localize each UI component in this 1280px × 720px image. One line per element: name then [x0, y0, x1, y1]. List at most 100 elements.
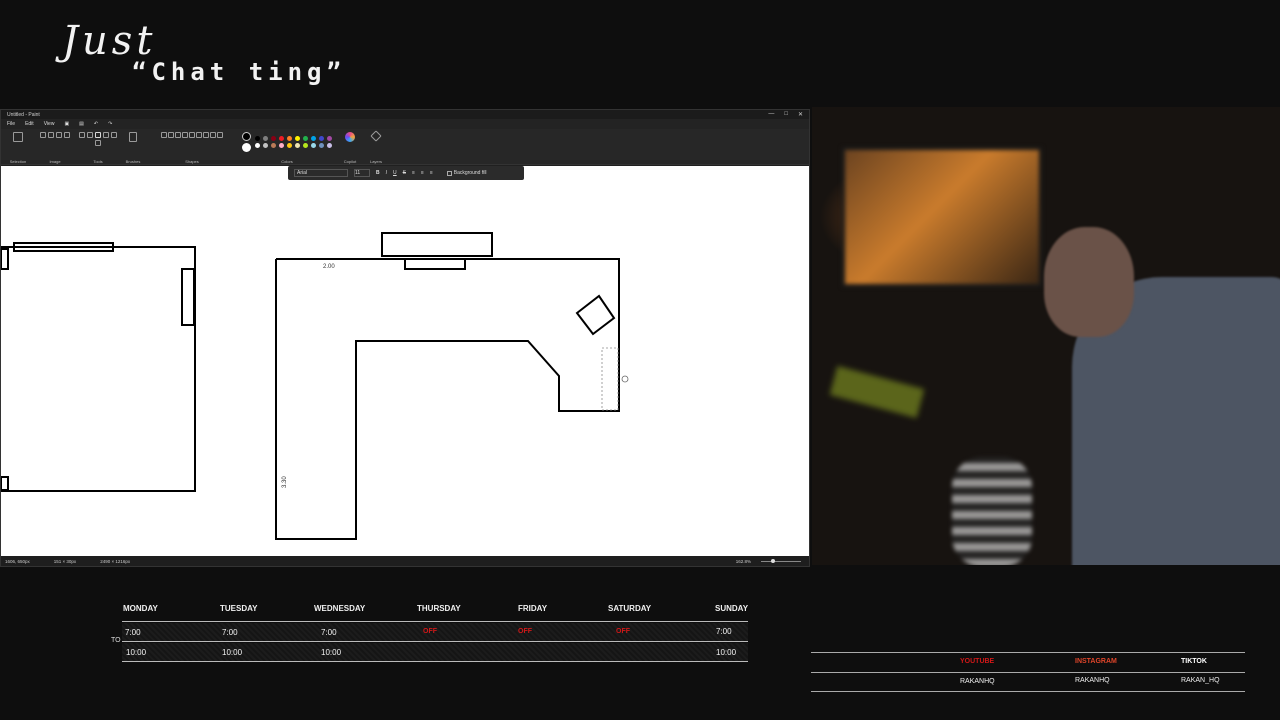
menu-file[interactable]: File — [7, 121, 15, 127]
color-swatch[interactable] — [278, 143, 284, 148]
left-room-door — [181, 268, 195, 326]
ribbon-copilot: Copilot — [339, 132, 361, 164]
tuesday-end: 10:00 — [222, 648, 243, 657]
left-room-edge-bottom — [1, 476, 9, 491]
redo-icon[interactable]: ↷ — [108, 121, 112, 127]
group-label: Shapes — [185, 159, 199, 164]
monitor-shape — [381, 232, 493, 257]
select-icon[interactable] — [13, 132, 23, 142]
sunday-start: 7:00 — [716, 627, 732, 636]
save-icon[interactable]: ▣ — [64, 121, 69, 127]
minimize-icon[interactable]: — — [768, 111, 774, 118]
color-swatch[interactable] — [294, 136, 300, 141]
color-swatch[interactable] — [326, 136, 332, 141]
floor-plan-drawing: 2.00 3.30 — [1, 232, 629, 540]
color-swatch[interactable] — [318, 136, 324, 141]
color1-icon[interactable] — [241, 132, 251, 141]
wednesday-end: 10:00 — [321, 648, 342, 657]
color-swatch[interactable] — [310, 143, 316, 148]
schedule-line — [122, 621, 748, 622]
day-monday: MONDAY — [123, 604, 158, 613]
color-swatch[interactable] — [254, 136, 260, 141]
pencil-icon[interactable] — [79, 132, 85, 138]
color-swatch[interactable] — [286, 136, 292, 141]
sunday-end: 10:00 — [716, 648, 737, 657]
maximize-icon[interactable]: □ — [784, 111, 788, 118]
group-label: Colors — [281, 159, 293, 164]
shape-diamond-icon[interactable] — [203, 132, 209, 138]
menu-view[interactable]: View — [44, 121, 55, 127]
color2-icon[interactable] — [241, 143, 251, 152]
color-swatch[interactable] — [270, 136, 276, 141]
zoom-slider[interactable] — [761, 558, 801, 563]
eraser-icon[interactable] — [103, 132, 109, 138]
title-main: “Chat ting” — [132, 58, 346, 86]
crop-icon[interactable] — [40, 132, 46, 138]
thursday-off: OFF — [423, 628, 437, 635]
group-label: Brushes — [125, 159, 141, 164]
day-thursday: THURSDAY — [417, 604, 461, 613]
color-swatch[interactable] — [254, 143, 260, 148]
shape-star-icon[interactable] — [210, 132, 216, 138]
tiktok-label[interactable]: TIKTOK — [1181, 658, 1207, 665]
color-swatch[interactable] — [286, 143, 292, 148]
shape-curve-icon[interactable] — [168, 132, 174, 138]
shape-line-icon[interactable] — [161, 132, 167, 138]
ribbon-selection: Selection — [5, 132, 31, 164]
schedule-line — [122, 661, 748, 662]
youtube-label[interactable]: YOUTUBE — [960, 658, 994, 665]
youtube-handle[interactable]: RAKANHQ — [960, 678, 995, 685]
ribbon-image: Image — [35, 132, 75, 164]
tiktok-handle[interactable]: RAKAN_HQ — [1181, 677, 1220, 684]
color-swatch[interactable] — [278, 136, 284, 141]
monday-end: 10:00 — [126, 648, 147, 657]
menu-edit[interactable]: Edit — [25, 121, 34, 127]
close-icon[interactable]: ✕ — [798, 111, 803, 118]
socials-line — [811, 691, 1245, 692]
shape-rect-icon[interactable] — [182, 132, 188, 138]
webcam-keyboard — [829, 365, 925, 419]
undo-icon[interactable]: ↶ — [94, 121, 98, 127]
color-swatch[interactable] — [262, 143, 268, 148]
shape-oval-icon[interactable] — [175, 132, 181, 138]
group-label: Image — [49, 159, 61, 164]
brush-icon[interactable] — [129, 132, 137, 142]
shape-triangle-icon[interactable] — [196, 132, 202, 138]
tuesday-start: 7:00 — [222, 628, 238, 637]
color-swatch[interactable] — [318, 143, 324, 148]
friday-off: OFF — [518, 628, 532, 635]
shape-polygon-icon[interactable] — [189, 132, 195, 138]
color-swatch[interactable] — [310, 136, 316, 141]
image-icon[interactable] — [64, 132, 70, 138]
rotate-icon[interactable] — [56, 132, 62, 138]
day-sunday: SUNDAY — [715, 604, 749, 613]
drawing-canvas[interactable]: Arial 11 B I U S ≡ ≡ ≡ Background fill 2… — [1, 166, 809, 556]
layers-icon[interactable] — [370, 130, 382, 142]
color-swatch[interactable] — [302, 136, 308, 141]
color-swatch[interactable] — [262, 136, 268, 141]
resize-icon[interactable] — [48, 132, 54, 138]
zoom-level[interactable]: 162.8% — [736, 559, 751, 564]
open-icon[interactable]: ▤ — [79, 121, 84, 127]
saturday-off: OFF — [616, 628, 630, 635]
color-swatch[interactable] — [302, 143, 308, 148]
instagram-label[interactable]: INSTAGRAM — [1075, 658, 1117, 665]
rotate-handle — [621, 375, 629, 383]
text-icon[interactable] — [95, 132, 101, 138]
label-top: 2.00 — [323, 264, 335, 270]
picker-icon[interactable] — [111, 132, 117, 138]
paint-titlebar: Untitled - Paint — □ ✕ — [1, 110, 809, 119]
color-swatch[interactable] — [326, 143, 332, 148]
magnifier-icon[interactable] — [95, 140, 101, 146]
color-swatch[interactable] — [270, 143, 276, 148]
canvas-size: 2490 × 1216px — [100, 558, 131, 564]
to-label: TO — [111, 637, 121, 644]
copilot-icon[interactable] — [345, 132, 355, 142]
color-palette — [254, 136, 333, 148]
color-swatch[interactable] — [294, 143, 300, 148]
shape-arrow-icon[interactable] — [217, 132, 223, 138]
fill-icon[interactable] — [87, 132, 93, 138]
instagram-handle[interactable]: RAKANHQ — [1075, 677, 1110, 684]
left-room-edge-top — [1, 248, 9, 270]
statusbar: 1606, 650px 151 × 30px 2490 × 1216px 162… — [1, 556, 809, 566]
